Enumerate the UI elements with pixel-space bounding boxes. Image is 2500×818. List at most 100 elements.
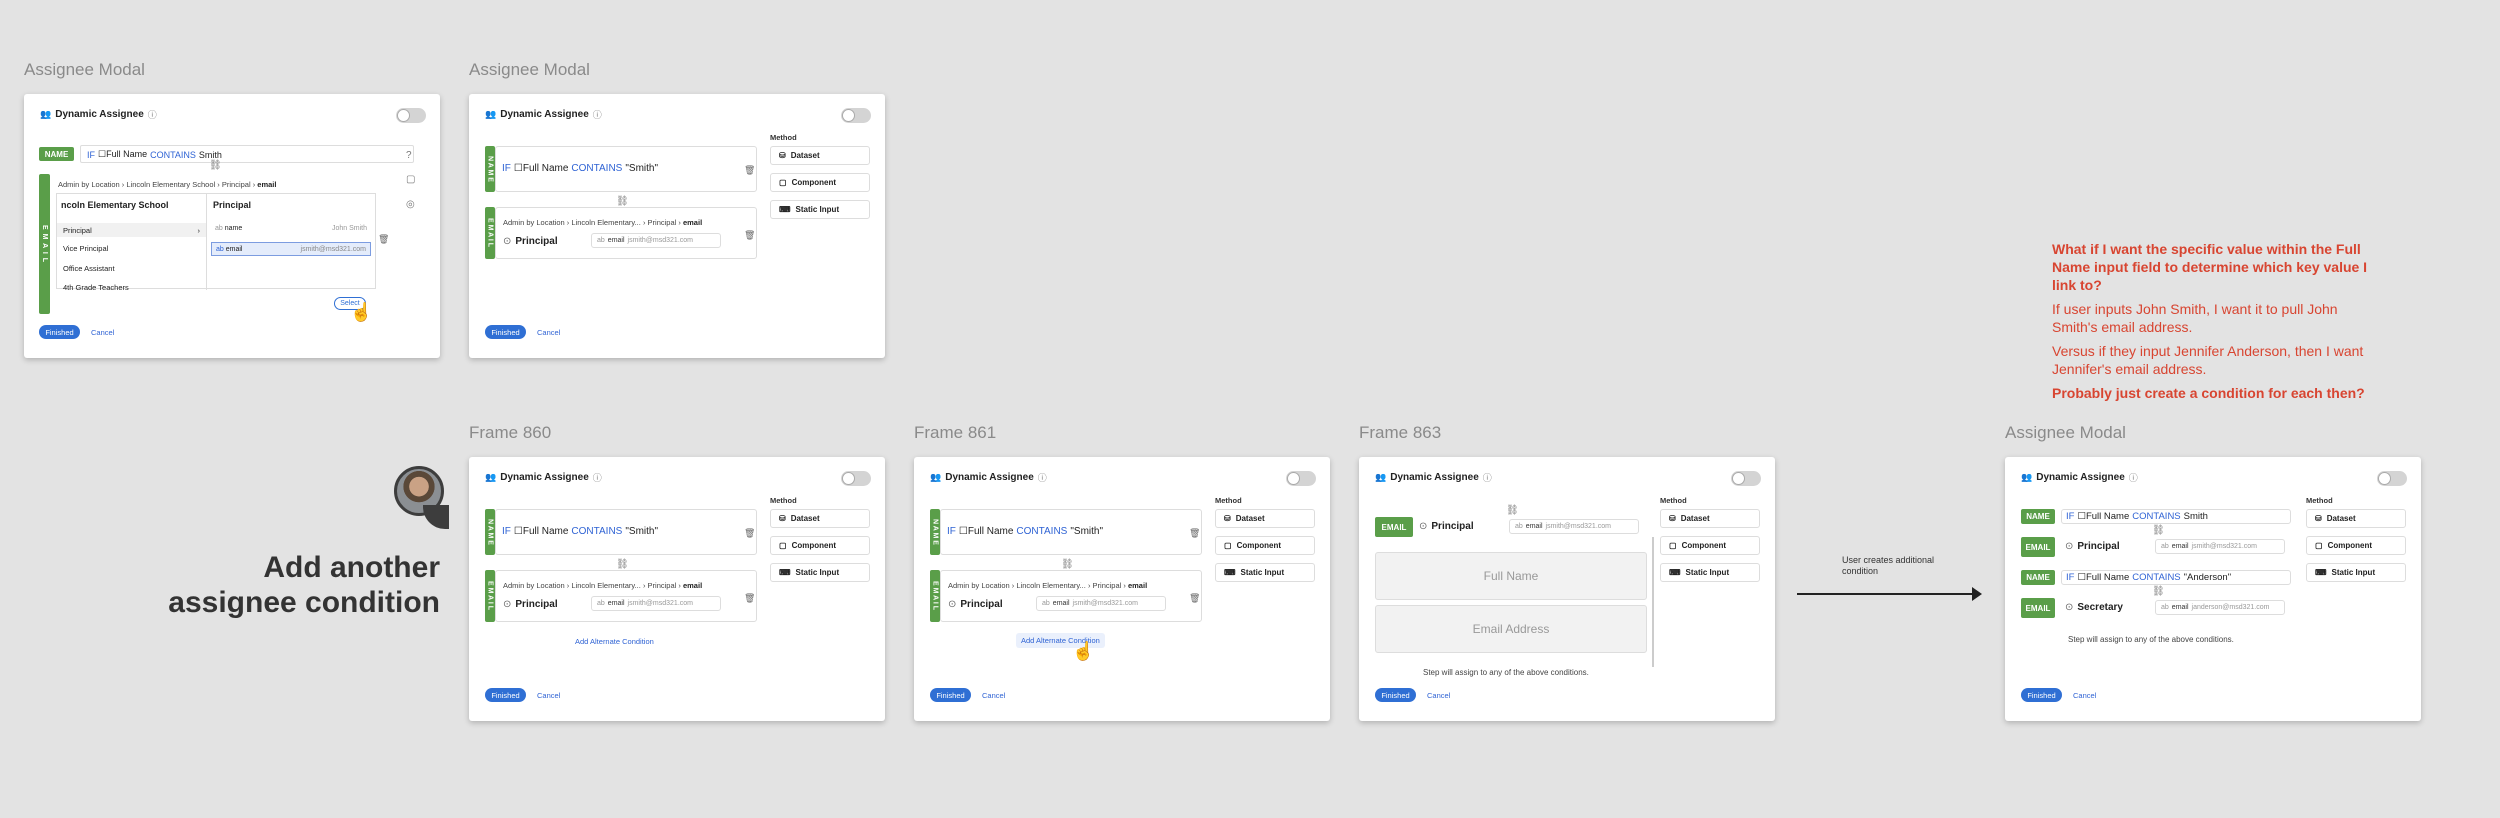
add-alternate-condition-link[interactable]: Add Alternate Condition — [575, 637, 654, 646]
static-input-button[interactable]: ⌨ Static Input — [1660, 563, 1760, 582]
link-icon: ⛓ — [1061, 559, 1074, 570]
email-chip[interactable]: ab email jsmith@msd321.com — [1036, 596, 1166, 611]
modal-title: 👥 Dynamic Assignee ⓘ — [1375, 472, 1492, 483]
list-item[interactable]: Principal › — [57, 223, 206, 237]
finished-button[interactable]: Finished — [485, 325, 526, 339]
email-chip[interactable]: ab email jsmith@msd321.com — [591, 596, 721, 611]
component-button[interactable]: ▢ Component — [770, 536, 870, 555]
toggle-switch[interactable] — [1731, 471, 1761, 486]
component-button[interactable]: ▢ Component — [2306, 536, 2406, 555]
dataset-icon: ⛁ — [779, 514, 786, 523]
condition-row[interactable]: IF ☐Full Name CONTAINS "Anderson" — [2061, 570, 2291, 585]
condition-row[interactable]: IF ☐Full Name CONTAINS "Smith" — [940, 509, 1202, 555]
people-icon: 👥 — [485, 472, 497, 482]
dataset-button[interactable]: ⛁ Dataset — [2306, 509, 2406, 528]
cancel-button[interactable]: Cancel — [537, 691, 560, 700]
note-paragraph: If user inputs John Smith, I want it to … — [2052, 301, 2338, 335]
list-item[interactable]: 4th Grade Teachers — [63, 283, 129, 292]
trash-icon[interactable]: 🗑 — [744, 593, 755, 604]
full-name-input[interactable]: Full Name — [1375, 552, 1647, 600]
condition-row[interactable]: IF ☐Full Name CONTAINS Smith — [2061, 509, 2291, 524]
conditions-note: Step will assign to any of the above con… — [1423, 668, 1589, 677]
note-conclusion: Probably just create a condition for eac… — [2052, 385, 2365, 401]
trash-icon[interactable]: 🗑 — [744, 230, 755, 241]
condition-row[interactable]: IF ☐Full Name CONTAINS "Smith" — [495, 146, 757, 192]
box-icon[interactable]: ▢ — [406, 174, 415, 185]
frame-label: Assignee Modal — [2005, 423, 2126, 442]
cancel-button[interactable]: Cancel — [1427, 691, 1450, 700]
email-vertical-tag: E M A I L — [485, 207, 495, 259]
arrow-label: User creates additional condition — [1842, 555, 1935, 576]
toggle-switch[interactable] — [396, 108, 426, 123]
breadcrumb: Admin by Location › Lincoln Elementary S… — [58, 180, 277, 189]
static-input-button[interactable]: ⌨ Static Input — [1215, 563, 1315, 582]
arrowhead-icon — [1972, 587, 1982, 601]
info-icon: ⓘ — [592, 110, 602, 120]
assignee-modal-frame: 👥 Dynamic Assignee ⓘ NAME IF ☐Full Name CONT… — [24, 94, 440, 358]
trash-icon[interactable]: 🗑 — [744, 165, 755, 176]
static-input-button[interactable]: ⌨ Static Input — [770, 200, 870, 219]
dataset-button[interactable]: ⛁ Dataset — [770, 146, 870, 165]
method-label: Method — [1660, 496, 1687, 505]
finished-button[interactable]: Finished — [930, 688, 971, 702]
component-button[interactable]: ▢ Component — [770, 173, 870, 192]
field-item[interactable]: ab name John Smith — [211, 225, 371, 237]
list-item[interactable]: Vice Principal — [63, 244, 108, 253]
help-icon[interactable]: ? — [406, 150, 412, 161]
email-chip[interactable]: ab email jsmith@msd321.com — [591, 233, 721, 248]
email-chip[interactable]: ab email janderson@msd321.com — [2155, 600, 2285, 615]
name-tag: NAME — [39, 147, 74, 161]
finished-button[interactable]: Finished — [1375, 688, 1416, 702]
static-input-button[interactable]: ⌨ Static Input — [770, 563, 870, 582]
link-icon: ⛓ — [209, 160, 222, 171]
toggle-switch[interactable] — [841, 471, 871, 486]
email-address-input[interactable]: Email Address — [1375, 605, 1647, 653]
breadcrumb: Admin by Location › Lincoln Elementary..… — [948, 581, 1148, 590]
scrollbar[interactable] — [1652, 537, 1654, 667]
modal-title: 👥 Dynamic Assignee ⓘ — [485, 472, 602, 483]
user-icon: ⊙ — [2065, 602, 2074, 613]
finished-button[interactable]: Finished — [485, 688, 526, 702]
cancel-button[interactable]: Cancel — [91, 328, 114, 337]
cancel-button[interactable]: Cancel — [537, 328, 560, 337]
email-tag: EMAIL — [2021, 598, 2055, 618]
static-input-button[interactable]: ⌨ Static Input — [2306, 563, 2406, 582]
dataset-button[interactable]: ⛁ Dataset — [1215, 509, 1315, 528]
frame-label: Assignee Modal — [24, 60, 145, 79]
people-icon: 👥 — [485, 109, 497, 119]
trash-icon[interactable]: 🗑 — [378, 234, 389, 245]
trash-icon[interactable]: 🗑 — [744, 528, 755, 539]
trash-icon[interactable]: 🗑 — [1189, 528, 1200, 539]
trash-icon[interactable]: 🗑 — [1189, 593, 1200, 604]
assignee-modal-frame: 👥 Dynamic Assignee ⓘ N A M E IF ☐Full Name C… — [469, 457, 885, 721]
toggle-switch[interactable] — [1286, 471, 1316, 486]
dataset-icon: ⛁ — [2315, 514, 2322, 523]
finished-button[interactable]: Finished — [2021, 688, 2062, 702]
component-icon: ▢ — [779, 541, 787, 550]
toggle-switch[interactable] — [2377, 471, 2407, 486]
component-button[interactable]: ▢ Component — [1660, 536, 1760, 555]
principal-label: ⊙ Principal — [503, 599, 558, 610]
user-icon[interactable]: ◎ — [406, 199, 415, 210]
condition-row[interactable]: IF ☐Full Name CONTAINS "Smith" — [495, 509, 757, 555]
dataset-icon: ⛁ — [1224, 514, 1231, 523]
name-vertical-tag: N A M E — [485, 509, 495, 555]
name-tag: NAME — [2021, 570, 2055, 585]
finished-button[interactable]: Finished — [39, 325, 80, 339]
email-chip[interactable]: ab email jsmith@msd321.com — [2155, 539, 2285, 554]
cancel-button[interactable]: Cancel — [2073, 691, 2096, 700]
component-button[interactable]: ▢ Component — [1215, 536, 1315, 555]
email-tag: EMAIL — [1375, 517, 1413, 537]
info-icon: ⓘ — [147, 110, 157, 120]
email-vertical-tag: E M A I L — [485, 570, 495, 622]
field-item-selected[interactable]: ab email jsmith@msd321.com — [211, 242, 371, 256]
condition-row[interactable]: IF ☐Full Name CONTAINS Smith — [80, 145, 414, 163]
picker-dropdown[interactable]: ncoln Elementary School Principal › Vice … — [56, 193, 376, 292]
user-icon: ⊙ — [503, 599, 512, 610]
toggle-switch[interactable] — [841, 108, 871, 123]
dataset-button[interactable]: ⛁ Dataset — [1660, 509, 1760, 528]
list-item[interactable]: Office Assistant — [63, 264, 115, 273]
dataset-button[interactable]: ⛁ Dataset — [770, 509, 870, 528]
cancel-button[interactable]: Cancel — [982, 691, 1005, 700]
email-chip[interactable]: ab email jsmith@msd321.com — [1509, 519, 1639, 534]
